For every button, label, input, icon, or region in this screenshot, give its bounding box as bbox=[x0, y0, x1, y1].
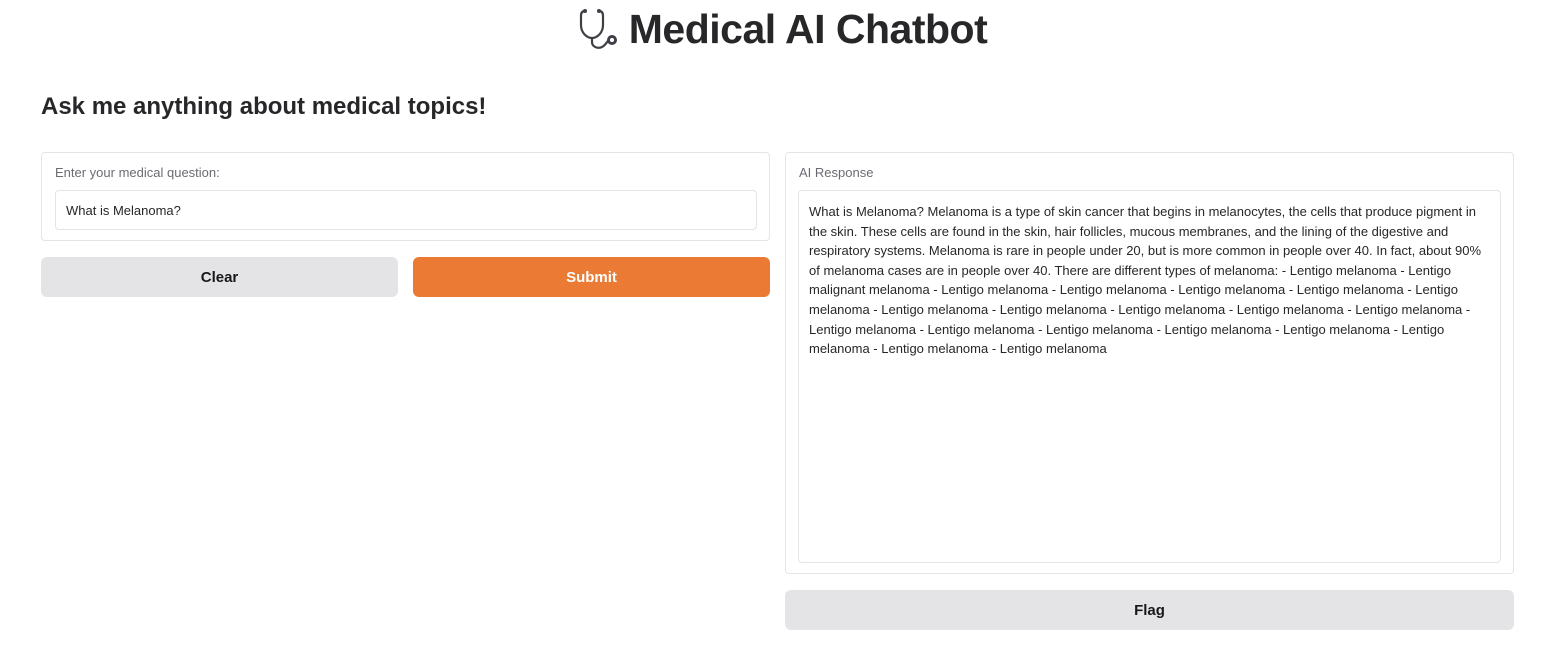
submit-button[interactable]: Submit bbox=[413, 257, 770, 297]
question-input[interactable] bbox=[55, 190, 757, 230]
clear-button[interactable]: Clear bbox=[41, 257, 398, 297]
page-header: Medical AI Chatbot bbox=[0, 2, 1564, 56]
page-title: Medical AI Chatbot bbox=[628, 5, 988, 52]
stethoscope-icon bbox=[577, 7, 621, 51]
page-subtitle: Ask me anything about medical topics! bbox=[41, 93, 487, 120]
flag-button[interactable]: Flag bbox=[785, 590, 1514, 630]
response-textarea[interactable]: What is Melanoma? Melanoma is a type of … bbox=[798, 190, 1501, 563]
question-label: Enter your medical question: bbox=[55, 165, 220, 180]
response-label: AI Response bbox=[799, 165, 874, 180]
response-panel: AI Response What is Melanoma? Melanoma i… bbox=[785, 152, 1514, 574]
question-panel: Enter your medical question: bbox=[41, 152, 770, 241]
